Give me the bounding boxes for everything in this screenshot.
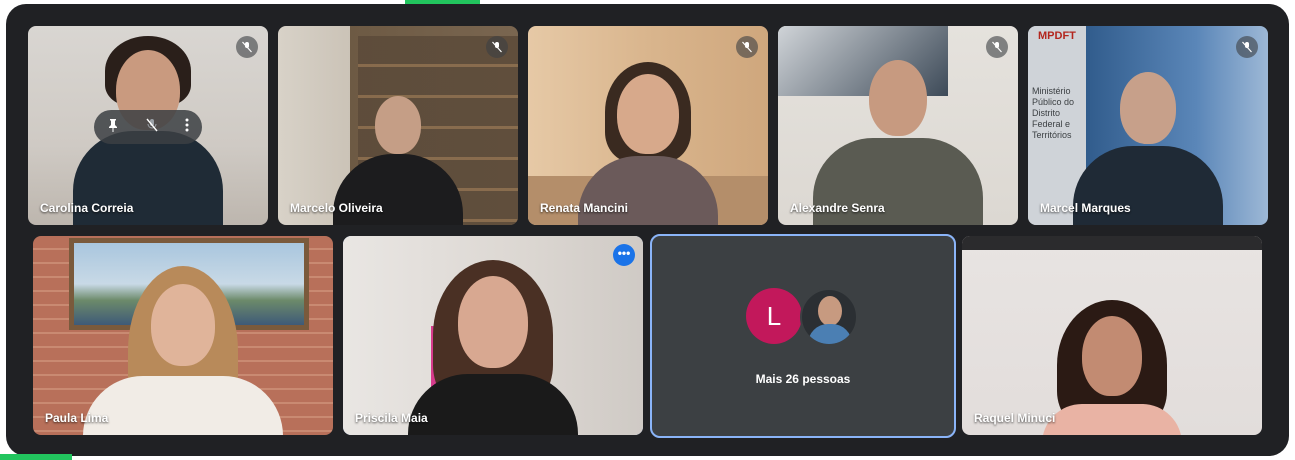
mic-off-icon (1236, 36, 1258, 58)
mic-off-icon (236, 36, 258, 58)
participant-tile-renata[interactable]: Renata Mancini (528, 26, 768, 225)
participant-name: Alexandre Senra (790, 201, 885, 215)
participant-name: Paula Lima (45, 411, 109, 425)
participant-name: Carolina Correia (40, 201, 134, 215)
others-tile[interactable]: L Mais 26 pessoas (650, 234, 956, 438)
participant-tile-paula[interactable]: Paula Lima (33, 236, 333, 435)
others-count-label: Mais 26 pessoas (755, 372, 851, 386)
pin-icon[interactable] (106, 118, 120, 137)
accent-bar-bottom (0, 454, 72, 460)
more-horiz-icon: ••• (617, 246, 631, 260)
more-options-button[interactable]: ••• (613, 244, 635, 266)
mic-off-icon (986, 36, 1008, 58)
mic-off-icon (486, 36, 508, 58)
mic-off-icon[interactable] (145, 118, 159, 137)
sign-text: MPDFT (1038, 30, 1076, 42)
participant-name: Raquel Minuci (974, 411, 1056, 425)
participant-tile-marcelo[interactable]: Marcelo Oliveira (278, 26, 518, 225)
participant-name: Renata Mancini (540, 201, 629, 215)
avatar: L (746, 288, 802, 344)
participant-tile-carolina[interactable]: Carolina Correia (28, 26, 268, 225)
participant-tile-marcel[interactable]: MPDFT Ministério Público do Distrito Fed… (1028, 26, 1268, 225)
participant-name: Marcel Marques (1040, 201, 1131, 215)
avatar-photo (800, 288, 858, 346)
participant-tile-alexandre[interactable]: Alexandre Senra (778, 26, 1018, 225)
tile-hover-controls (94, 110, 202, 144)
video-grid: Carolina Correia Marcelo Oliveira Renata… (6, 4, 1289, 456)
participant-name: Marcelo Oliveira (290, 201, 383, 215)
participant-name: Priscila Maia (355, 411, 428, 425)
participant-tile-priscila[interactable]: ••• Priscila Maia (343, 236, 643, 435)
more-vert-icon[interactable] (184, 118, 190, 137)
mic-off-icon (736, 36, 758, 58)
participant-tile-raquel[interactable]: Raquel Minuci (962, 236, 1262, 435)
